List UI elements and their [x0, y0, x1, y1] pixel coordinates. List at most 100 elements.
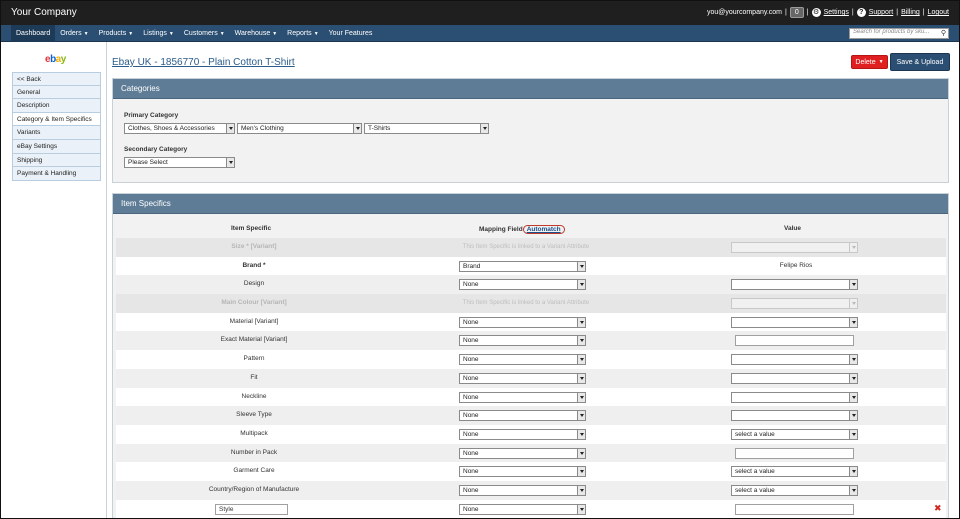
- logout-link[interactable]: Logout: [928, 9, 949, 16]
- nav-reports[interactable]: Reports ▼: [282, 25, 323, 42]
- chevron-down-icon: [849, 373, 857, 383]
- primary-category-select-1[interactable]: Clothes, Shoes & Accessories: [124, 123, 235, 134]
- specific-name: Exact Material [Variant]: [220, 336, 288, 344]
- secondary-category-label: Secondary Category: [124, 146, 188, 153]
- sidebar: ebay << Back General Description Categor…: [1, 42, 107, 518]
- chevron-down-icon: [577, 373, 585, 383]
- support-link[interactable]: Support: [869, 9, 894, 16]
- value-select[interactable]: select a value: [731, 484, 858, 496]
- chevron-down-icon: [849, 299, 857, 309]
- custom-specific-name-input[interactable]: Style: [215, 503, 288, 515]
- value-select: [731, 242, 858, 253]
- chevron-down-icon: [577, 504, 585, 514]
- value-input[interactable]: [735, 335, 854, 347]
- chevron-down-icon: [849, 392, 857, 402]
- caret-down-icon: ▼: [168, 30, 174, 37]
- chevron-down-icon: [849, 429, 857, 439]
- value-select[interactable]: [731, 391, 858, 403]
- chevron-down-icon: [849, 355, 857, 365]
- value-input[interactable]: [735, 447, 854, 459]
- nav-listings[interactable]: Listings ▼: [138, 25, 179, 42]
- sku-search-input[interactable]: Search for products by sku... ⚲: [849, 28, 949, 39]
- specific-name: Design: [243, 280, 265, 288]
- save-upload-button[interactable]: Save & Upload: [890, 53, 950, 71]
- sidebar-menu: << Back General Description Category & I…: [12, 72, 101, 181]
- chevron-down-icon: [849, 243, 857, 252]
- primary-category-select-3[interactable]: T-Shirts: [364, 123, 489, 134]
- item-specifics-panel: Item Specifics Item Specific Mapping Fie…: [112, 193, 949, 518]
- secondary-category-select[interactable]: Please Select: [124, 157, 235, 168]
- value-select[interactable]: [731, 279, 858, 291]
- nav-products[interactable]: Products ▼: [94, 25, 139, 42]
- mapping-select[interactable]: None: [459, 466, 586, 478]
- billing-link[interactable]: Billing: [901, 9, 920, 16]
- mapping-select[interactable]: None: [459, 335, 586, 347]
- main-content: Ebay UK - 1856770 - Plain Cotton T-Shirt…: [107, 42, 959, 518]
- automatch-link[interactable]: Automatch: [522, 225, 565, 234]
- value-input[interactable]: [735, 503, 854, 515]
- nav-warehouse[interactable]: Warehouse ▼: [230, 25, 283, 42]
- sidebar-item-description[interactable]: Description: [12, 99, 101, 113]
- nav-dashboard[interactable]: Dashboard: [11, 25, 56, 42]
- caret-down-icon: ▼: [83, 30, 89, 37]
- mapping-select[interactable]: None: [459, 410, 586, 422]
- table-row: Fit None: [116, 368, 946, 388]
- sidebar-item-payment-handling[interactable]: Payment & Handling: [12, 167, 101, 181]
- table-row: Multipack None select a value: [116, 424, 946, 444]
- table-row: Exact Material [Variant] None: [116, 331, 946, 351]
- main-nav: Dashboard Orders ▼ Products ▼ Listings ▼ Cu…: [1, 25, 959, 42]
- sidebar-item-general[interactable]: General: [12, 85, 101, 100]
- mapping-select[interactable]: None: [459, 279, 586, 291]
- chevron-down-icon: [226, 158, 234, 167]
- value-select[interactable]: select a value: [731, 428, 858, 440]
- sidebar-item-variants[interactable]: Variants: [12, 126, 101, 140]
- mapping-select[interactable]: None: [459, 484, 586, 496]
- notification-badge[interactable]: 0: [789, 7, 804, 18]
- settings-link[interactable]: Settings: [824, 9, 849, 16]
- nav-orders[interactable]: Orders ▼: [55, 25, 93, 42]
- sidebar-item-shipping[interactable]: Shipping: [12, 153, 101, 168]
- sidebar-item-back[interactable]: << Back: [12, 72, 101, 86]
- table-row: Garment Care None select a value: [116, 462, 946, 481]
- item-specifics-table: Size * [Variant] This Item Specific is l…: [116, 238, 946, 518]
- sidebar-item-category-specifics[interactable]: Category & Item Specifics: [12, 112, 101, 127]
- specific-name: Sleeve Type: [236, 411, 272, 419]
- table-row: Material [Variant] None: [116, 312, 946, 332]
- remove-row-icon[interactable]: ✖: [934, 503, 942, 514]
- primary-category-select-2[interactable]: Men's Clothing: [237, 123, 362, 134]
- value-select[interactable]: [731, 410, 858, 422]
- value-select[interactable]: [731, 354, 858, 366]
- page-title[interactable]: Ebay UK - 1856770 - Plain Cotton T-Shirt: [112, 57, 295, 68]
- delete-button[interactable]: Delete ▼: [851, 55, 888, 69]
- nav-customers[interactable]: Customers ▼: [179, 25, 230, 42]
- value-select[interactable]: select a value: [731, 466, 858, 478]
- mapping-select[interactable]: None: [459, 316, 586, 328]
- chevron-down-icon: [226, 124, 234, 133]
- mapping-select[interactable]: None: [459, 391, 586, 403]
- mapping-select[interactable]: None: [459, 428, 586, 440]
- caret-down-icon: ▼: [219, 30, 225, 37]
- value-select[interactable]: [731, 372, 858, 384]
- value-select[interactable]: [731, 316, 858, 328]
- search-icon[interactable]: ⚲: [941, 29, 946, 37]
- mapping-select[interactable]: Brand: [459, 260, 586, 272]
- chevron-down-icon: [577, 429, 585, 439]
- sidebar-item-ebay-settings[interactable]: eBay Settings: [12, 139, 101, 154]
- specific-name: Brand *: [242, 261, 266, 269]
- col-item-specific: Item Specific: [231, 225, 272, 232]
- specific-name: Country/Region of Manufacture: [208, 485, 300, 493]
- table-row: Country/Region of Manufacture None selec…: [116, 480, 946, 500]
- user-email: you@yourcompany.com: [706, 9, 783, 16]
- table-row: Number in Pack None: [116, 443, 946, 463]
- app-window: Your Company you@yourcompany.com | 0 | ⚙…: [0, 0, 960, 519]
- help-icon: ?: [856, 8, 866, 17]
- mapping-select[interactable]: None: [459, 354, 586, 366]
- mapping-select[interactable]: None: [459, 372, 586, 384]
- mapping-select[interactable]: None: [459, 447, 586, 459]
- specific-name: Garment Care: [233, 467, 275, 475]
- caret-down-icon: ▼: [128, 30, 134, 37]
- specific-name: Fit: [250, 373, 258, 381]
- specific-name: Pattern: [243, 355, 265, 363]
- mapping-select[interactable]: None: [459, 503, 586, 515]
- nav-your-features[interactable]: Your Features: [324, 25, 378, 42]
